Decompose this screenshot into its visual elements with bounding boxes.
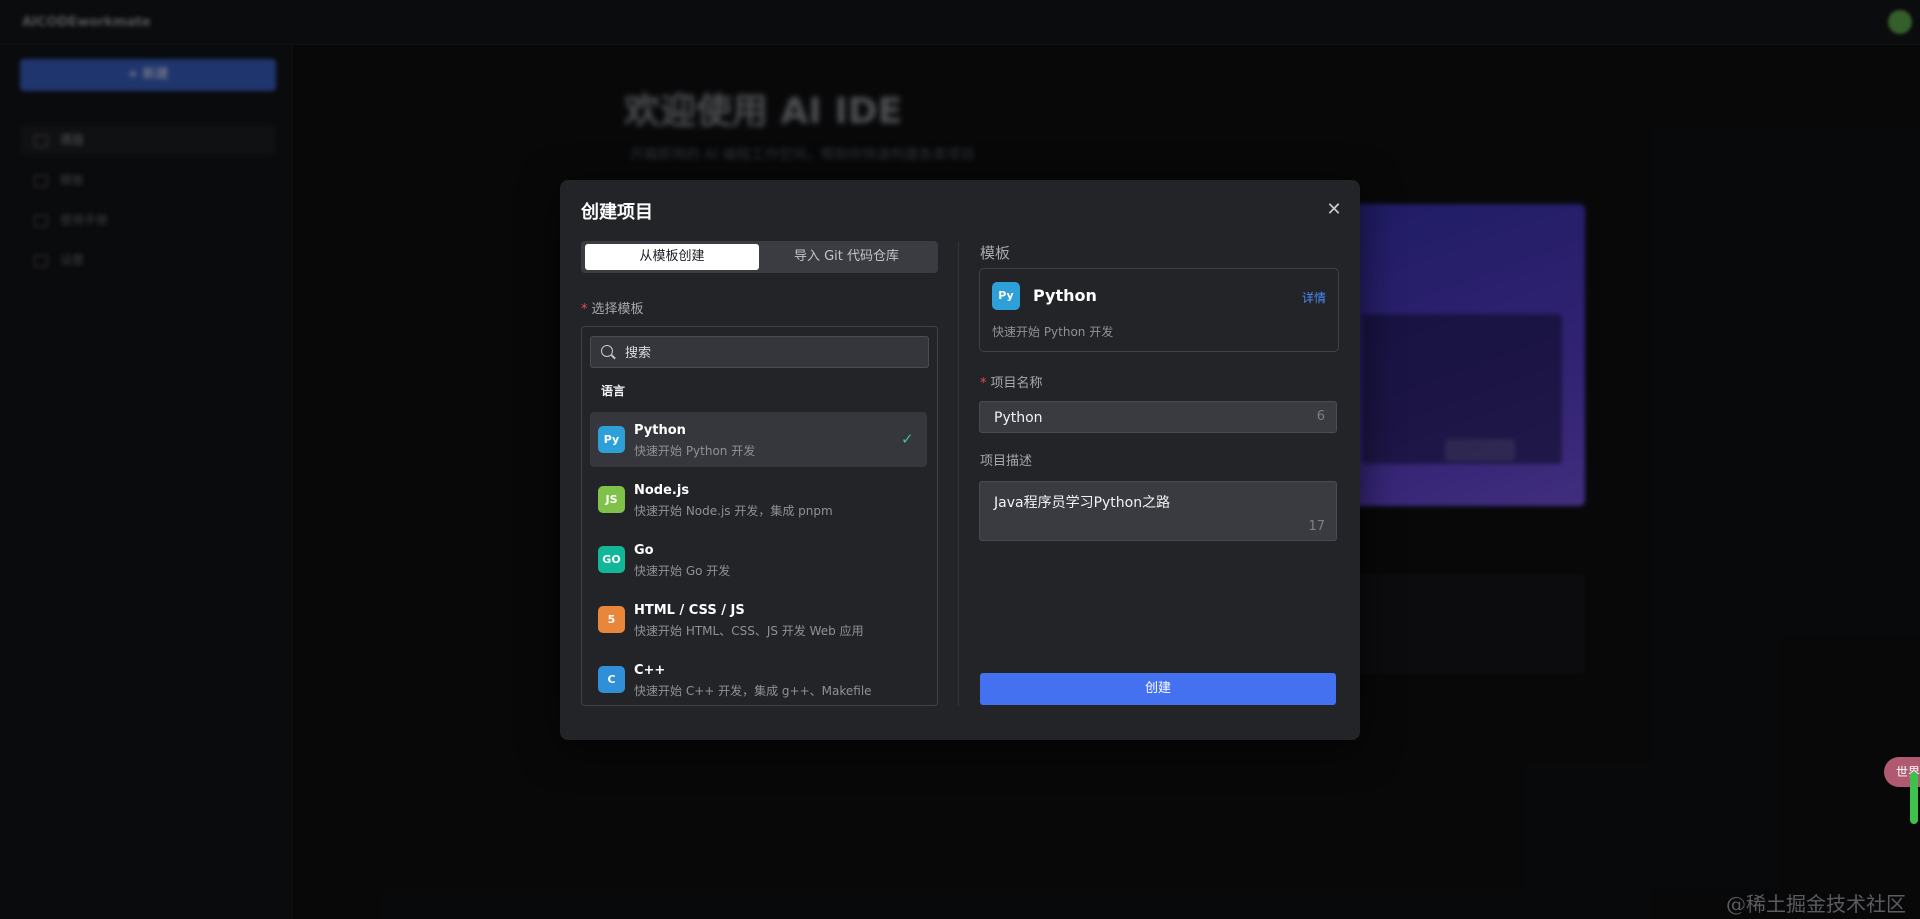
template-desc: 快速开始 Node.js 开发，集成 pnpm [634,504,833,518]
project-name-field: 6 [979,401,1337,434]
template-name: Go [634,543,654,558]
project-desc-label: 项目描述 [980,454,1033,469]
create-project-dialog: 创建项目 ✕ 从模板创建 导入 Git 代码仓库 *选择模板 语言 PyPyth… [560,180,1360,740]
template-desc: 快速开始 Python 开发 [634,444,756,458]
tab-import-git[interactable]: 导入 Git 代码仓库 [759,244,934,270]
watermark: @稀土掘金技术社区 [1726,892,1906,916]
go-icon: GO [598,546,625,573]
project-name-label: * 项目名称 [980,372,1043,391]
nodejs-icon: JS [598,486,625,513]
required-asterisk: * [980,376,987,391]
cpp-icon: C [598,666,625,693]
python-icon: Py [598,426,625,453]
search-input[interactable] [623,337,922,369]
details-link[interactable]: 详情 [1302,289,1326,306]
vertical-divider [958,242,959,706]
selected-template-card: Py Python 详情 快速开始 Python 开发 [979,268,1339,352]
template-name: Python [634,423,686,438]
template-desc: 快速开始 HTML、CSS、JS 开发 Web 应用 [634,624,864,638]
select-template-label-text: 选择模板 [591,302,644,317]
template-name: HTML / CSS / JS [634,603,745,618]
desc-char-count: 17 [1308,519,1325,534]
close-icon[interactable]: ✕ [1326,201,1342,219]
html5-icon: 5 [598,606,625,633]
group-label-language: 语言 [601,384,626,398]
floating-status-bar [1910,772,1918,824]
dialog-title: 创建项目 [581,202,653,223]
template-desc: 快速开始 Go 开发 [634,564,731,578]
search-icon [601,345,613,357]
tab-from-template[interactable]: 从模板创建 [585,244,759,270]
template-item-go[interactable]: GO Go 快速开始 Go 开发 [590,532,927,587]
search-field [590,336,929,369]
required-asterisk: * [581,302,588,317]
selected-template-desc: 快速开始 Python 开发 [992,325,1114,339]
source-tabs: 从模板创建 导入 Git 代码仓库 [581,241,938,273]
check-icon: ✓ [901,430,914,448]
python-icon: Py [992,282,1020,310]
create-button[interactable]: 创建 [980,673,1336,705]
template-name: Node.js [634,483,690,498]
template-name: C++ [634,663,666,678]
project-desc-field: Java程序员学习Python之路 17 [979,481,1337,541]
project-desc-textarea[interactable]: Java程序员学习Python之路 [992,490,1326,518]
project-name-input[interactable] [992,402,1296,434]
project-name-label-text: 项目名称 [990,376,1043,391]
template-item-python[interactable]: Py Python 快速开始 Python 开发 ✓ [590,412,927,467]
selected-template-name: Python [1033,286,1097,305]
template-item-cpp[interactable]: C C++ 快速开始 C++ 开发，集成 g++、Makefile [590,652,927,705]
template-heading: 模板 [980,244,1011,262]
select-template-label: * 选择模板 [581,298,644,317]
template-list: 语言 Py Python 快速开始 Python 开发 ✓ JS Node.js 快速开始 … [581,326,938,706]
template-item-html5[interactable]: 5 HTML / CSS / JS 快速开始 HTML、CSS、JS 开发 Web … [590,592,927,647]
template-item-nodejs[interactable]: JS Node.js 快速开始 Node.js 开发，集成 pnpm [590,472,927,527]
name-char-count: 6 [1316,409,1325,424]
template-desc: 快速开始 C++ 开发，集成 g++、Makefile [634,684,872,698]
